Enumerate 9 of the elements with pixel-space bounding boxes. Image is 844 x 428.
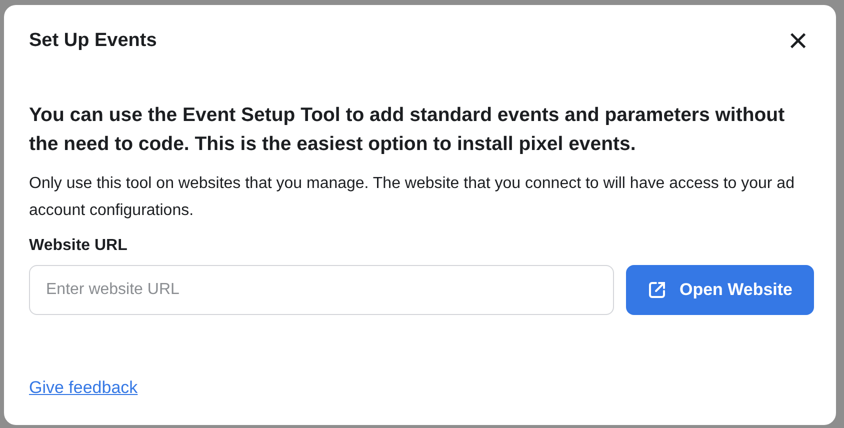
field-label: Website URL	[29, 237, 128, 255]
feedback-link[interactable]: Give feedback	[29, 378, 138, 398]
external-link-icon	[647, 280, 668, 300]
dialog-title: Set Up Events	[29, 30, 157, 52]
description: Only use this tool on websites that you manage. The website that you connect to will have access to your ad account configurations.	[29, 174, 796, 221]
open-website-button[interactable]: Open Website	[626, 265, 814, 315]
close-button[interactable]: ×	[782, 26, 814, 56]
url-input-field[interactable]: Enter website URL	[29, 265, 614, 315]
headline: You can use the Event Setup Tool to add standard events and parameters without the need to code. This is the easiest option to install pixel events.	[29, 103, 786, 157]
